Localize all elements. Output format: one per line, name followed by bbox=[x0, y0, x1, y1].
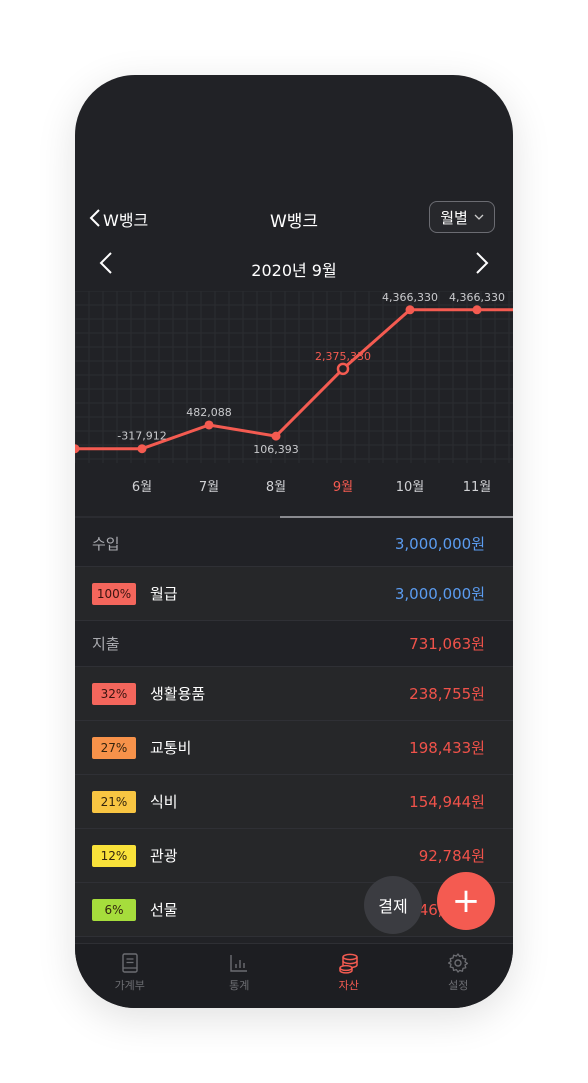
expense-total: 731,063원 bbox=[409, 635, 485, 653]
period-select-value: 월별 bbox=[440, 208, 468, 227]
income-total: 3,000,000원 bbox=[394, 535, 485, 553]
percent-badge: 32% bbox=[92, 682, 136, 705]
balance-chart[interactable]: ,9125월-317,9126월482,0887월106,3938월2,375,… bbox=[75, 291, 513, 516]
data-label: 4,366,330 bbox=[382, 291, 438, 304]
tab-label: 통계 bbox=[229, 979, 250, 992]
category-name: 선물 bbox=[150, 901, 178, 919]
category-name: 관광 bbox=[150, 847, 178, 865]
tab-label: 자산 bbox=[338, 979, 359, 992]
pay-button[interactable]: 결제 bbox=[364, 876, 422, 934]
category-amount: 3,000,000원 bbox=[394, 585, 485, 603]
data-label: 4,366,330 bbox=[449, 291, 505, 304]
current-month: 2020년 9월 bbox=[251, 261, 337, 280]
data-point[interactable] bbox=[336, 362, 350, 376]
income-label: 수입 bbox=[92, 535, 120, 553]
list-item[interactable]: 27% 교통비 198,433원 bbox=[75, 721, 513, 775]
bar-chart-icon bbox=[230, 955, 248, 972]
percent-badge: 100% bbox=[92, 582, 136, 605]
category-name: 월급 bbox=[150, 585, 178, 603]
income-header: 수입 3,000,000원 bbox=[75, 521, 513, 567]
tab-label: 설정 bbox=[448, 979, 469, 992]
list-item[interactable]: 21% 식비 154,944원 bbox=[75, 775, 513, 829]
percent-badge: 12% bbox=[92, 844, 136, 867]
percent-badge: 21% bbox=[92, 790, 136, 813]
data-point[interactable] bbox=[472, 305, 482, 315]
period-select[interactable]: 월별 bbox=[429, 201, 495, 233]
list-item[interactable]: 100% 월급 3,000,000원 bbox=[75, 567, 513, 621]
data-point[interactable] bbox=[271, 431, 281, 441]
data-point[interactable] bbox=[75, 444, 80, 454]
add-button[interactable]: + bbox=[437, 872, 495, 930]
tab-assets[interactable]: 자산 bbox=[294, 944, 404, 1008]
tab-label: 가계부 bbox=[114, 979, 145, 992]
chart-scrollbar[interactable] bbox=[75, 516, 513, 518]
coins-icon bbox=[339, 953, 358, 974]
x-tick-label[interactable]: 6월 bbox=[132, 480, 152, 495]
top-bar: W뱅크 W뱅크 월별 bbox=[75, 187, 513, 247]
expense-label: 지출 bbox=[92, 635, 120, 653]
category-name: 교통비 bbox=[150, 739, 192, 757]
data-point[interactable] bbox=[204, 420, 214, 430]
data-point[interactable] bbox=[137, 444, 147, 454]
percent-badge: 6% bbox=[92, 898, 136, 921]
plus-icon: + bbox=[451, 881, 481, 921]
category-name: 식비 bbox=[150, 793, 178, 811]
next-month-button[interactable] bbox=[475, 251, 489, 282]
data-label: 106,393 bbox=[253, 443, 299, 456]
list-item[interactable]: 32% 생활용품 238,755원 bbox=[75, 667, 513, 721]
chart-svg: ,9125월-317,9126월482,0887월106,3938월2,375,… bbox=[75, 291, 513, 495]
data-label: 2,375,330 bbox=[315, 350, 371, 363]
summary-list: 수입 3,000,000원 100% 월급 3,000,000원 지출 731,… bbox=[75, 521, 513, 937]
phone-screen: W뱅크 W뱅크 월별 2020년 9월 ,9125월-317,9126월482,… bbox=[75, 75, 513, 1008]
category-amount: 238,755원 bbox=[409, 685, 485, 703]
percent-badge: 27% bbox=[92, 736, 136, 759]
x-tick-label[interactable]: 9월 bbox=[333, 480, 353, 495]
x-tick-label[interactable]: 10월 bbox=[396, 480, 425, 495]
list-item[interactable]: 12% 관광 92,784원 bbox=[75, 829, 513, 883]
category-amount: 198,433원 bbox=[409, 739, 485, 757]
gear-icon bbox=[448, 953, 469, 973]
category-amount: 154,944원 bbox=[409, 793, 485, 811]
series-line bbox=[75, 308, 513, 451]
data-point[interactable] bbox=[405, 305, 415, 315]
category-name: 생활용품 bbox=[150, 685, 206, 703]
x-tick-label[interactable]: 7월 bbox=[199, 480, 219, 495]
month-navigator: 2020년 9월 bbox=[75, 247, 513, 291]
status-area bbox=[75, 75, 513, 187]
book-icon bbox=[122, 953, 138, 973]
x-tick-label[interactable]: 11월 bbox=[463, 480, 492, 495]
expense-header: 지출 731,063원 bbox=[75, 621, 513, 667]
chevron-down-icon bbox=[474, 212, 484, 223]
tab-ledger[interactable]: 가계부 bbox=[75, 944, 185, 1008]
x-tick-label[interactable]: 8월 bbox=[266, 480, 286, 495]
tab-bar: 가계부 통계 자산 설정 bbox=[75, 943, 513, 1008]
tab-stats[interactable]: 통계 bbox=[185, 944, 295, 1008]
data-label: 482,088 bbox=[186, 406, 232, 419]
category-amount: 92,784원 bbox=[418, 847, 485, 865]
chart-scroll-thumb[interactable] bbox=[280, 516, 513, 518]
data-label: -317,912 bbox=[117, 430, 166, 443]
tab-settings[interactable]: 설정 bbox=[404, 944, 514, 1008]
